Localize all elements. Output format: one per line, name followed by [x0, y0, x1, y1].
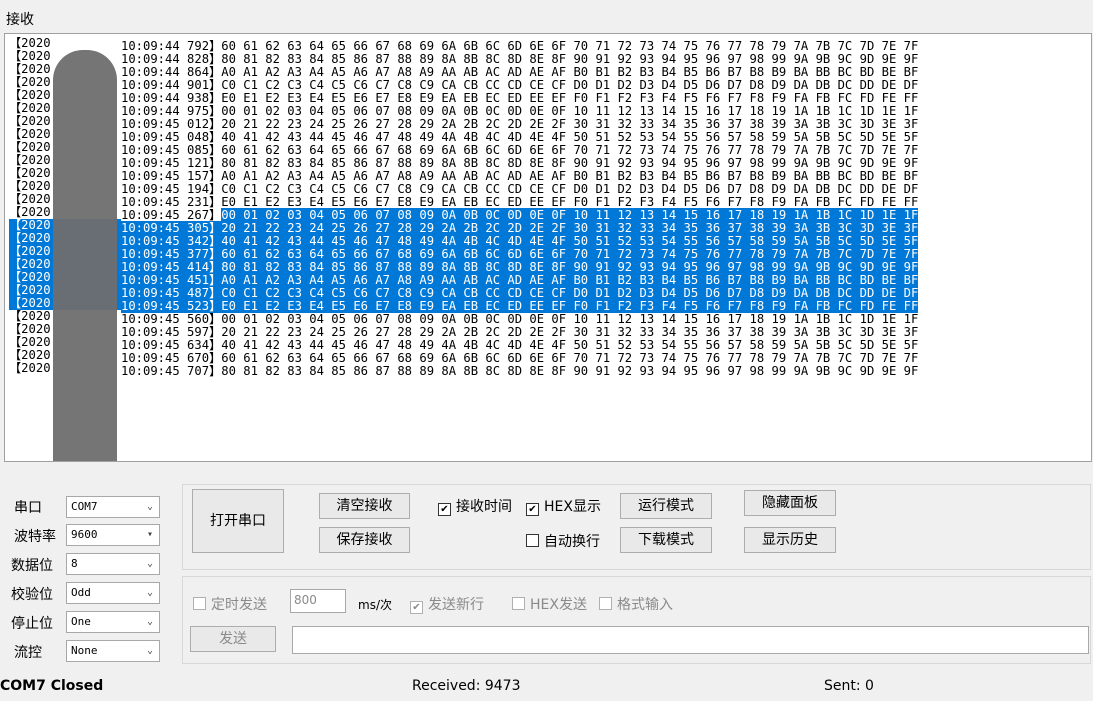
open-port-button[interactable]: 打开串口: [192, 489, 284, 553]
hide-panel-button[interactable]: 隐藏面板: [744, 490, 836, 516]
check-icon: ✔: [410, 601, 423, 614]
run-mode-button[interactable]: 运行模式: [620, 493, 712, 519]
parity-value: Odd: [71, 586, 91, 599]
receive-textarea[interactable]: 【2020 10:09:44 792】60 61 62 63 64 65 66 6…: [4, 33, 1092, 462]
send-button[interactable]: 发送: [190, 626, 276, 652]
databits-label: 数据位: [11, 558, 53, 574]
baud-value: 9600: [71, 528, 98, 541]
log-line: 【2020 10:09:45 048】40 41 42 43 44 45 46 4…: [9, 128, 1091, 144]
log-line: 【2020 10:09:44 901】C0 C1 C2 C3 C4 C5 C6 C…: [9, 76, 1091, 92]
stopbits-label: 停止位: [11, 616, 53, 632]
port-status: COM7 Closed: [0, 678, 104, 694]
log-line: 【2020 10:09:44 828】80 81 82 83 84 85 86 8…: [9, 50, 1091, 66]
checkbox-empty-icon: [599, 597, 612, 610]
checkbox-empty-icon: [526, 534, 539, 547]
format-input-label: 格式输入: [617, 597, 673, 613]
timed-send-checkbox[interactable]: 定时发送: [193, 594, 267, 614]
checkbox-empty-icon: [512, 597, 525, 610]
sent-count: Sent: 0: [824, 678, 874, 694]
baud-select[interactable]: 9600 ▾: [66, 524, 160, 546]
log-line: 【2020 10:09:45 707】80 81 82 83 84 85 86 8…: [9, 362, 1091, 378]
download-mode-button[interactable]: 下载模式: [620, 527, 712, 553]
auto-wrap-checkbox[interactable]: 自动换行: [526, 531, 600, 551]
status-bar: COM7 Closed Received: 9473 Sent: 0: [0, 670, 1093, 701]
log-line: 【2020 10:09:45 451】A0 A1 A2 A3 A4 A5 A6 A…: [9, 271, 1091, 287]
interval-input[interactable]: 800: [290, 589, 346, 613]
databits-value: 8: [71, 557, 78, 570]
flow-label: 流控: [14, 645, 42, 661]
timed-send-label: 定时发送: [211, 597, 267, 613]
port-label: 串口: [14, 500, 42, 516]
check-icon: ✔: [526, 503, 539, 516]
log-hex-data: 80 81 82 83 84 85 86 87 88 89 8A 8B 8C 8…: [221, 364, 919, 378]
log-line: 【2020 10:09:45 267】00 01 02 03 04 05 06 0…: [9, 206, 1091, 222]
log-line: 【2020 10:09:45 523】E0 E1 E2 E3 E4 E5 E6 E…: [9, 297, 1091, 313]
log-line: 【2020 10:09:45 231】E0 E1 E2 E3 E4 E5 E6 E…: [9, 193, 1091, 209]
log-line: 【2020 10:09:44 792】60 61 62 63 64 65 66 6…: [9, 37, 1091, 53]
chevron-down-icon: ⌄: [146, 587, 153, 598]
hex-send-checkbox[interactable]: HEX发送: [512, 594, 587, 614]
format-input-checkbox[interactable]: 格式输入: [599, 594, 673, 614]
chevron-down-icon: ⌄: [146, 616, 153, 627]
log-line: 【2020 10:09:45 377】60 61 62 63 64 65 66 6…: [9, 245, 1091, 261]
log-line: 【2020 10:09:45 670】60 61 62 63 64 65 66 6…: [9, 349, 1091, 365]
log-line: 【2020 10:09:45 121】80 81 82 83 84 85 86 8…: [9, 154, 1091, 170]
receive-log: 【2020 10:09:44 792】60 61 62 63 64 65 66 6…: [9, 37, 1091, 378]
flow-value: None: [71, 644, 98, 657]
hex-display-checkbox[interactable]: ✔ HEX显示: [526, 496, 601, 516]
hex-send-label: HEX发送: [530, 597, 587, 613]
log-line: 【2020 10:09:45 342】40 41 42 43 44 45 46 4…: [9, 232, 1091, 248]
recv-time-label: 接收时间: [456, 499, 512, 515]
log-line: 【2020 10:09:44 864】A0 A1 A2 A3 A4 A5 A6 A…: [9, 63, 1091, 79]
recv-time-checkbox[interactable]: ✔ 接收时间: [438, 496, 512, 516]
received-count: Received: 9473: [412, 678, 521, 694]
checkbox-empty-icon: [193, 597, 206, 610]
log-line: 【2020 10:09:45 487】C0 C1 C2 C3 C4 C5 C6 C…: [9, 284, 1091, 300]
save-receive-button[interactable]: 保存接收: [319, 527, 410, 553]
redaction-overlay: [53, 50, 117, 461]
log-line: 【2020 10:09:45 194】C0 C1 C2 C3 C4 C5 C6 C…: [9, 180, 1091, 196]
clear-receive-button[interactable]: 清空接收: [319, 493, 410, 519]
show-history-button[interactable]: 显示历史: [744, 527, 836, 553]
log-line: 【2020 10:09:45 085】60 61 62 63 64 65 66 6…: [9, 141, 1091, 157]
auto-wrap-label: 自动换行: [544, 534, 600, 550]
log-line: 【2020 10:09:44 938】E0 E1 E2 E3 E4 E5 E6 E…: [9, 89, 1091, 105]
log-date: 【2020: [9, 37, 51, 50]
log-line: 【2020 10:09:44 975】00 01 02 03 04 05 06 0…: [9, 102, 1091, 118]
parity-select[interactable]: Odd ⌄: [66, 582, 160, 604]
log-line: 【2020 10:09:45 414】80 81 82 83 84 85 86 8…: [9, 258, 1091, 274]
baud-label: 波特率: [14, 529, 56, 545]
log-line: 【2020 10:09:45 012】20 21 22 23 24 25 26 2…: [9, 115, 1091, 131]
chevron-down-icon: ⌄: [146, 501, 153, 512]
check-icon: ✔: [438, 503, 451, 516]
chevron-down-icon: ⌄: [146, 645, 153, 656]
port-select[interactable]: COM7 ⌄: [66, 496, 160, 518]
log-line: 【2020 10:09:45 597】20 21 22 23 24 25 26 2…: [9, 323, 1091, 339]
send-newline-checkbox[interactable]: ✔ 发送新行: [410, 594, 484, 614]
log-line: 【2020 10:09:45 305】20 21 22 23 24 25 26 2…: [9, 219, 1091, 235]
log-line: 【2020 10:09:45 157】A0 A1 A2 A3 A4 A5 A6 A…: [9, 167, 1091, 183]
parity-label: 校验位: [11, 587, 53, 603]
send-input[interactable]: [292, 626, 1089, 654]
send-newline-label: 发送新行: [428, 597, 484, 613]
log-line: 【2020 10:09:45 560】00 01 02 03 04 05 06 0…: [9, 310, 1091, 326]
log-line: 【2020 10:09:45 634】40 41 42 43 44 45 46 4…: [9, 336, 1091, 352]
log-timestamp: 10:09:45 707】: [121, 364, 222, 378]
stopbits-select[interactable]: One ⌄: [66, 611, 160, 633]
receive-title: 接收: [6, 12, 34, 28]
stopbits-value: One: [71, 615, 91, 628]
chevron-down-icon: ⌄: [146, 558, 153, 569]
dropdown-arrow-icon: ▾: [146, 529, 153, 540]
port-value: COM7: [71, 500, 98, 513]
hex-display-label: HEX显示: [544, 499, 601, 515]
interval-unit: ms/次: [358, 598, 392, 612]
flow-select[interactable]: None ⌄: [66, 640, 160, 662]
databits-select[interactable]: 8 ⌄: [66, 553, 160, 575]
